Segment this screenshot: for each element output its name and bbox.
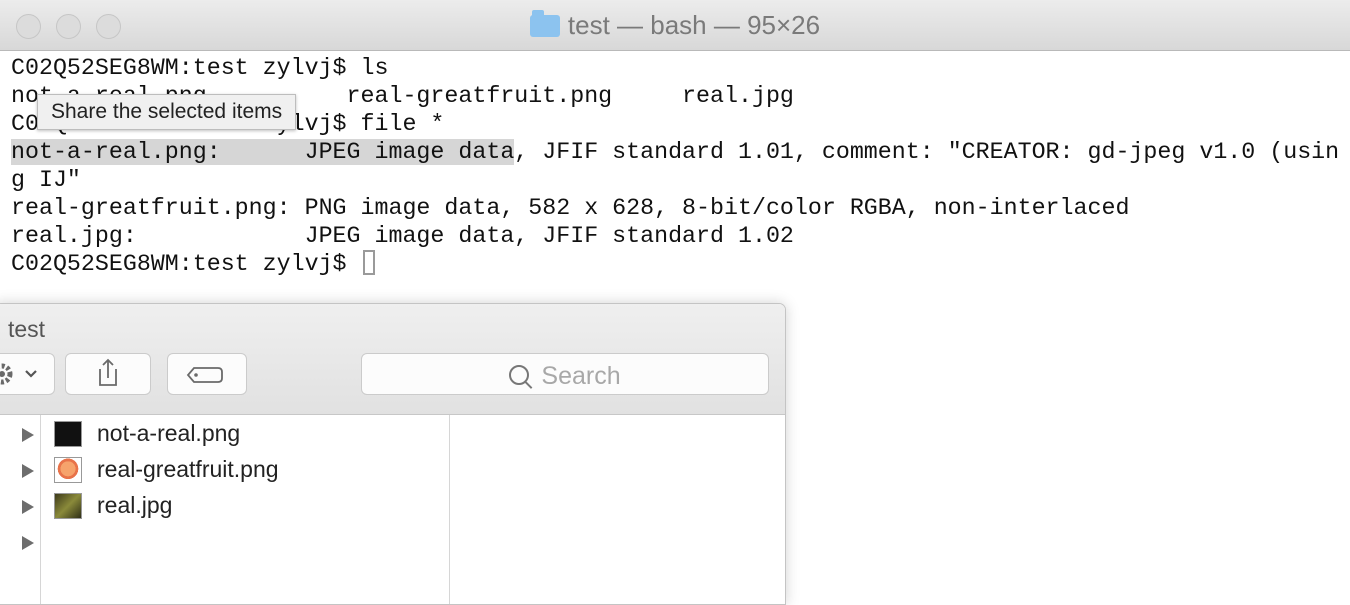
terminal-line: real-greatfruit.png: PNG image data, 582… (11, 194, 1346, 222)
search-placeholder-wrap: Search (362, 362, 768, 391)
share-button[interactable] (65, 353, 151, 395)
empty-row[interactable] (0, 525, 449, 561)
finder-title: test (8, 316, 46, 342)
disclosure-triangle-icon[interactable] (22, 464, 34, 478)
action-menu-button[interactable] (0, 353, 55, 395)
terminal-line-text: g IJ" (11, 167, 81, 193)
terminal-prompt: C02Q52SEG8WM:test zylvj$ (11, 251, 361, 277)
terminal-line-text: real.jpg: JPEG image data, JFIF standard… (11, 223, 794, 249)
file-name: real.jpg (97, 492, 173, 518)
terminal-line: C02Q52SEG8WM:test zylvj$ ls (11, 54, 1346, 82)
share-tooltip: Share the selected items (37, 94, 297, 130)
finder-window[interactable]: test Search not-a-real.png real-greatfru… (0, 303, 786, 605)
search-placeholder: Search (541, 362, 621, 390)
image-thumbnail-icon (54, 493, 82, 519)
file-row[interactable]: not-a-real.png (0, 417, 449, 453)
terminal-title: test — bash — 95×26 (0, 10, 1350, 41)
column-divider[interactable] (449, 415, 450, 604)
search-icon (509, 365, 530, 385)
terminal-output[interactable]: C02Q52SEG8WM:test zylvj$ ls not-a-real.p… (11, 54, 1346, 278)
image-thumbnail-icon (54, 421, 82, 447)
folder-icon (529, 10, 560, 37)
terminal-selection: not-a-real.png: JPEG image data (11, 139, 515, 165)
terminal-line: real.jpg: JPEG image data, JFIF standard… (11, 222, 1346, 250)
file-name: not-a-real.png (97, 420, 241, 446)
file-row[interactable]: real-greatfruit.png (0, 453, 449, 489)
terminal-line: not-a-real.png: JPEG image data, JFIF st… (11, 138, 1346, 166)
share-icon (99, 358, 117, 386)
text-cursor (362, 250, 375, 275)
disclosure-triangle-icon[interactable] (22, 428, 34, 442)
gear-icon (0, 363, 37, 385)
terminal-prompt-line[interactable]: C02Q52SEG8WM:test zylvj$ (11, 250, 1346, 278)
image-thumbnail-icon (54, 457, 82, 483)
terminal-line-text: C02Q52SEG8WM:test zylvj$ ls (11, 55, 389, 81)
file-name: real-greatfruit.png (97, 456, 279, 482)
chevron-down-icon (25, 370, 37, 378)
terminal-title-text: test — bash — 95×26 (567, 10, 821, 40)
terminal-line-text: , JFIF standard 1.01, comment: "CREATOR:… (514, 139, 1340, 165)
terminal-line-text: real-greatfruit.png: PNG image data, 582… (11, 195, 1130, 221)
search-field[interactable]: Search (361, 353, 769, 395)
tags-button[interactable] (167, 353, 247, 395)
finder-toolbar: test Search (0, 304, 785, 415)
disclosure-triangle-icon[interactable] (22, 500, 34, 514)
tag-icon (186, 367, 223, 383)
terminal-line: g IJ" (11, 166, 1346, 194)
terminal-titlebar[interactable]: test — bash — 95×26 (0, 0, 1350, 51)
disclosure-triangle-icon[interactable] (22, 536, 34, 550)
file-row[interactable]: real.jpg (0, 489, 449, 525)
